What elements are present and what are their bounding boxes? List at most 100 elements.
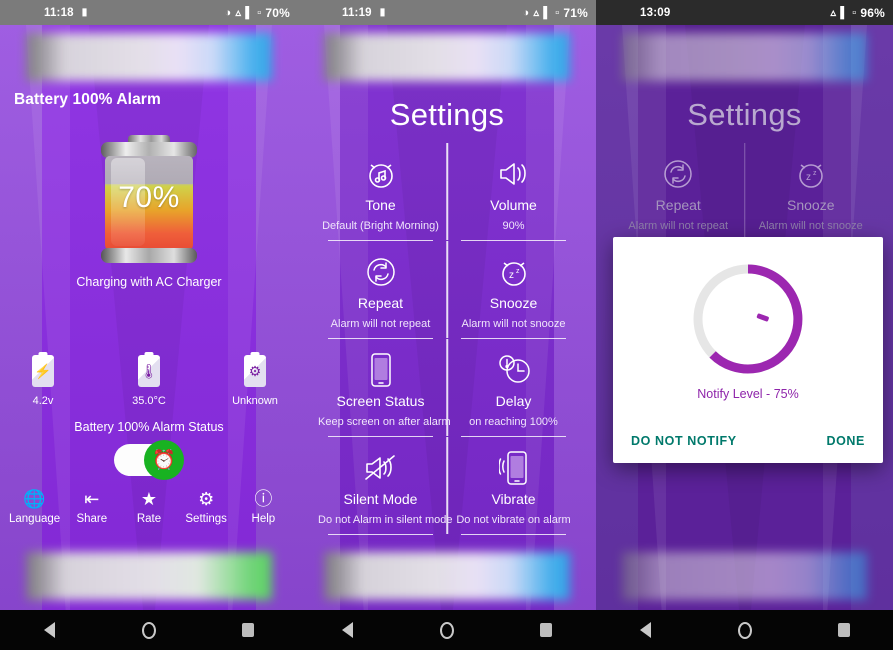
status-bar-icons: ◑ ▵ ▌ ▫ 70% <box>225 6 290 20</box>
stat-temperature: 🌡 35.0°C <box>119 355 179 407</box>
setting-vibrate-value: Do not vibrate on alarm <box>456 514 571 526</box>
recents-icon[interactable] <box>832 618 856 642</box>
notify-level-value-label: Notify Level - 75% <box>697 387 799 401</box>
setting-volume-label: Volume <box>490 197 537 213</box>
status-bar-clock: 13:09 <box>640 6 671 19</box>
notify-level-knob[interactable]: Notify Level - 75% <box>682 253 814 403</box>
setting-snooze-label: Snooze <box>489 295 538 311</box>
ad-banner-bottom[interactable] <box>324 552 570 600</box>
setting-repeat[interactable]: Repeat Alarm will not repeat <box>314 241 447 338</box>
contrast-icon: ◑ <box>522 6 530 19</box>
app-background: Settings Tone Default (Bright Morning) V… <box>298 25 596 610</box>
volume-icon <box>451 153 576 195</box>
dialog-actions: DO NOT NOTIFY DONE <box>613 419 883 463</box>
battery-icon: ▫ <box>257 6 262 19</box>
battery-percent: 96% <box>860 5 885 20</box>
stat-voltage: ⚡ 4.2v <box>13 355 73 407</box>
ad-banner-bottom[interactable] <box>26 552 272 600</box>
battery-graphic: 70% <box>101 135 197 263</box>
setting-delay-value: on reaching 100% <box>469 416 558 428</box>
nav-label-language: Language <box>9 513 61 525</box>
stat-health: ⚙ Unknown <box>225 355 285 407</box>
ad-banner-top[interactable] <box>26 33 272 81</box>
setting-silent-mode[interactable]: Silent Mode Do not Alarm in silent mode <box>314 437 453 534</box>
battery-icon: ▫ <box>852 6 857 19</box>
home-icon[interactable] <box>435 618 459 642</box>
status-bar: 11:19 ▮ ◑ ▵ ▌ ▫ 71% <box>298 0 596 25</box>
app-background: Battery 100% Alarm 70% Charging with AC … <box>0 25 298 610</box>
setting-delay[interactable]: Delay on reaching 100% <box>447 339 580 436</box>
back-icon[interactable] <box>336 618 360 642</box>
wifi-icon: ▵ <box>235 7 242 19</box>
nav-item-help[interactable]: ⓘ Help <box>237 487 289 525</box>
recents-icon[interactable] <box>236 618 260 642</box>
wifi-icon: ▵ <box>533 7 540 19</box>
back-icon[interactable] <box>38 618 62 642</box>
screen-settings-dialog: 13:09 ▵ ▌ ▫ 96% Settings Repeat Alarm wi… <box>596 0 893 650</box>
nav-item-rate[interactable]: ★ Rate <box>123 487 175 525</box>
status-bar-icons: ▵ ▌ ▫ 96% <box>831 6 885 20</box>
alarm-enable-toggle[interactable]: ⏰ <box>114 440 184 480</box>
status-bar-clock: 11:18 <box>44 6 74 19</box>
nav-item-language[interactable]: 🌐 Language <box>9 487 61 525</box>
setting-screen-status-value: Keep screen on after alarm <box>318 416 451 428</box>
setting-snooze[interactable]: z z Snooze Alarm will not snooze <box>447 241 580 338</box>
phone-screen-icon <box>318 349 443 391</box>
back-icon[interactable] <box>634 618 658 642</box>
temperature-icon: 🌡 <box>138 355 160 389</box>
setting-screen-status[interactable]: Screen Status Keep screen on after alarm <box>314 339 451 436</box>
setting-tone[interactable]: Tone Default (Bright Morning) <box>314 143 447 240</box>
settings-grid: Tone Default (Bright Morning) Volume 90% <box>314 143 580 535</box>
setting-vibrate[interactable]: Vibrate Do not vibrate on alarm <box>447 437 580 534</box>
delay-clock-icon <box>451 349 576 391</box>
repeat-icon <box>318 251 443 293</box>
notify-level-dialog: Notify Level - 75% DO NOT NOTIFY DONE <box>613 237 883 463</box>
gear-icon: ⚙ <box>198 489 215 509</box>
ad-banner-top[interactable] <box>324 33 570 81</box>
android-nav-bar <box>0 610 298 650</box>
page-title: Settings <box>389 97 505 132</box>
status-bar: 13:09 ▵ ▌ ▫ 96% <box>596 0 893 25</box>
page-title: Battery 100% Alarm <box>14 91 161 108</box>
share-icon: ⇤ <box>84 489 100 509</box>
alarm-tone-icon <box>318 153 443 195</box>
dialog-body: Notify Level - 75% <box>613 237 883 419</box>
setting-silent-mode-label: Silent Mode <box>343 491 418 507</box>
snooze-icon: z z <box>451 251 576 293</box>
home-icon[interactable] <box>137 618 161 642</box>
nav-label-share: Share <box>76 513 108 525</box>
status-bar: 11:18 ▮ ◑ ▵ ▌ ▫ 70% <box>0 0 298 25</box>
do-not-notify-button[interactable]: DO NOT NOTIFY <box>631 434 737 448</box>
setting-tone-label: Tone <box>365 197 396 213</box>
battery-icon: ▫ <box>555 6 560 19</box>
battery-percent: 70% <box>265 5 290 20</box>
home-icon[interactable] <box>733 618 757 642</box>
settings-row: Repeat Alarm will not repeat z z Snooze <box>314 241 580 338</box>
nav-label-rate: Rate <box>136 513 162 525</box>
signal-icon: ▌ <box>840 6 849 19</box>
setting-snooze-value: Alarm will not snooze <box>461 318 566 330</box>
battery-percent-label: 70% <box>118 181 180 214</box>
nav-item-share[interactable]: ⇤ Share <box>66 487 118 525</box>
globe-icon: 🌐 <box>23 489 46 509</box>
done-button[interactable]: DONE <box>826 434 865 448</box>
signal-icon: ▌ <box>543 6 552 19</box>
charging-status-text: Charging with AC Charger <box>76 275 222 289</box>
wifi-icon: ▵ <box>830 7 837 19</box>
setting-silent-mode-value: Do not Alarm in silent mode <box>318 514 453 526</box>
recents-icon[interactable] <box>534 618 558 642</box>
status-bar-clock: 11:19 <box>342 6 372 19</box>
screen-settings: 11:19 ▮ ◑ ▵ ▌ ▫ 71% Settings Tone Defaul… <box>298 0 596 650</box>
setting-vibrate-label: Vibrate <box>491 491 536 507</box>
stat-health-label: Unknown <box>232 395 278 407</box>
nav-item-settings[interactable]: ⚙ Settings <box>180 487 232 525</box>
app-notification-icon: ▮ <box>81 7 88 18</box>
android-nav-bar <box>596 610 893 650</box>
voltage-icon: ⚡ <box>32 355 54 389</box>
signal-icon: ▌ <box>245 6 254 19</box>
screen-home: 11:18 ▮ ◑ ▵ ▌ ▫ 70% Battery 100% Alarm 7… <box>0 0 298 650</box>
mute-icon <box>318 447 443 489</box>
setting-volume[interactable]: Volume 90% <box>447 143 580 240</box>
app-background: Settings Repeat Alarm will not repeat z … <box>596 25 893 610</box>
bottom-nav: 🌐 Language ⇤ Share ★ Rate ⚙ Settings ⓘ H… <box>0 487 298 525</box>
